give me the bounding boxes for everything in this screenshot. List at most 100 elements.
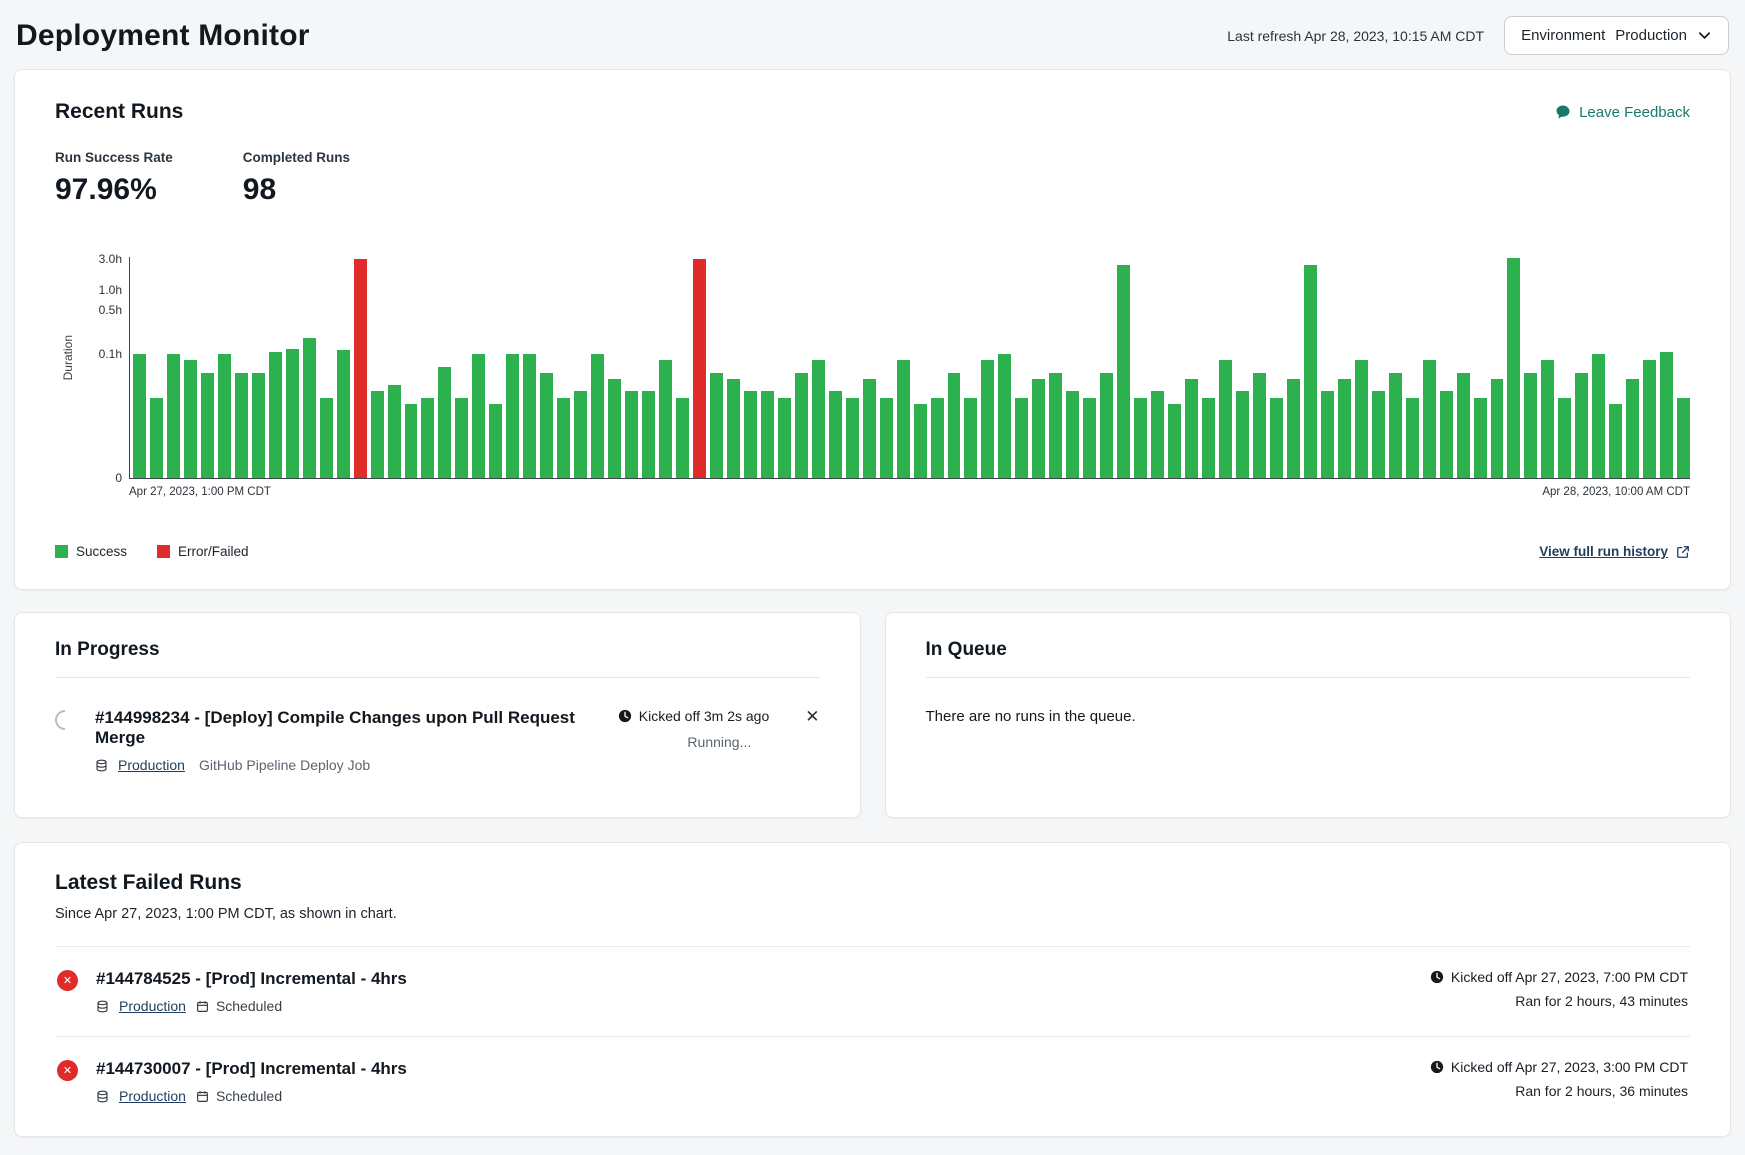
chart-bar[interactable]	[1049, 373, 1062, 478]
chart-bar[interactable]	[1287, 379, 1300, 478]
chart-bar[interactable]	[1592, 354, 1605, 478]
chart-bar[interactable]	[167, 354, 180, 478]
chart-bar[interactable]	[812, 360, 825, 478]
chart-bar[interactable]	[235, 373, 248, 478]
chart-bar[interactable]	[1270, 398, 1283, 478]
chart-bar[interactable]	[405, 404, 418, 478]
chart-bar[interactable]	[964, 398, 977, 478]
chart-bar[interactable]	[778, 398, 791, 478]
chart-bar[interactable]	[252, 373, 265, 478]
chart-bar[interactable]	[574, 391, 587, 478]
chart-bar[interactable]	[948, 373, 961, 478]
page: Deployment Monitor Last refresh Apr 28, …	[0, 0, 1745, 1155]
chart-bar[interactable]	[1032, 379, 1045, 478]
chart-bar[interactable]	[1507, 258, 1520, 478]
chart-bar[interactable]	[421, 398, 434, 478]
chart-bar[interactable]	[557, 398, 570, 478]
chart-bar[interactable]	[761, 391, 774, 478]
chart-bar[interactable]	[201, 373, 214, 478]
chart-bar[interactable]	[337, 350, 350, 478]
chart-bar[interactable]	[371, 391, 384, 478]
chart-bar[interactable]	[1134, 398, 1147, 478]
chart-bar[interactable]	[1253, 373, 1266, 478]
chart-bar[interactable]	[829, 391, 842, 478]
chart-bar[interactable]	[1355, 360, 1368, 478]
chart-bar[interactable]	[269, 352, 282, 478]
chart-bar[interactable]	[914, 404, 927, 478]
chart-bar[interactable]	[1015, 398, 1028, 478]
chart-bar[interactable]	[676, 398, 689, 478]
chart-bar[interactable]	[540, 373, 553, 478]
chart-bar[interactable]	[1643, 360, 1656, 478]
run-environment-link[interactable]: Production	[118, 757, 185, 773]
chart-bar[interactable]	[1083, 398, 1096, 478]
failed-run-environment-link[interactable]: Production	[119, 1088, 186, 1104]
chart-bar[interactable]	[1389, 373, 1402, 478]
chart-bar[interactable]	[1524, 373, 1537, 478]
chart-bar[interactable]	[1066, 391, 1079, 478]
chart-bar[interactable]	[863, 379, 876, 478]
chart-bar[interactable]	[608, 379, 621, 478]
chart-bar[interactable]	[354, 259, 367, 478]
chart-bar[interactable]	[1541, 360, 1554, 478]
chart-bar[interactable]	[218, 354, 231, 478]
chart-bar[interactable]	[1406, 398, 1419, 478]
chart-bar[interactable]	[303, 338, 316, 478]
chart-bar[interactable]	[1457, 373, 1470, 478]
chart-bar[interactable]	[591, 354, 604, 478]
environment-dropdown[interactable]: Environment Production	[1504, 16, 1729, 55]
chart-bar[interactable]	[388, 385, 401, 478]
chart-bar[interactable]	[1575, 373, 1588, 478]
chart-bar[interactable]	[1660, 352, 1673, 478]
chart-bar[interactable]	[727, 379, 740, 478]
chart-bar[interactable]	[1185, 379, 1198, 478]
chart-bar[interactable]	[795, 373, 808, 478]
chart-bar[interactable]	[184, 360, 197, 478]
chart-bar[interactable]	[1609, 404, 1622, 478]
chart-bar[interactable]	[1626, 379, 1639, 478]
chart-bar[interactable]	[846, 398, 859, 478]
chart-bar[interactable]	[931, 398, 944, 478]
chart-bar[interactable]	[320, 398, 333, 478]
chart-bar[interactable]	[1423, 360, 1436, 478]
chart-bar[interactable]	[981, 360, 994, 478]
chart-bar[interactable]	[1151, 391, 1164, 478]
chart-bar[interactable]	[1202, 398, 1215, 478]
chart-bar[interactable]	[523, 354, 536, 478]
chart-bar[interactable]	[642, 391, 655, 478]
chart-bar[interactable]	[1117, 265, 1130, 478]
chart-bar[interactable]	[1474, 398, 1487, 478]
chart-bar[interactable]	[1372, 391, 1385, 478]
leave-feedback-link[interactable]: Leave Feedback	[1555, 104, 1690, 121]
chart-bar[interactable]	[472, 354, 485, 478]
chart-bar[interactable]	[1491, 379, 1504, 478]
chart-bar[interactable]	[880, 398, 893, 478]
chart-bar[interactable]	[1321, 391, 1334, 478]
chart-bar[interactable]	[1677, 398, 1690, 478]
chart-bar[interactable]	[1338, 379, 1351, 478]
chart-bar[interactable]	[286, 349, 299, 478]
chart-bar[interactable]	[438, 367, 451, 478]
chart-bar[interactable]	[1219, 360, 1232, 478]
chart-bar[interactable]	[1304, 265, 1317, 478]
chart-bar[interactable]	[1440, 391, 1453, 478]
chart-bar[interactable]	[1236, 391, 1249, 478]
chart-bar[interactable]	[625, 391, 638, 478]
failed-run-environment-link[interactable]: Production	[119, 998, 186, 1014]
view-full-run-history-link[interactable]: View full run history	[1539, 544, 1690, 559]
chart-bar[interactable]	[150, 398, 163, 478]
chart-bar[interactable]	[133, 354, 146, 478]
chart-bar[interactable]	[897, 360, 910, 478]
chart-bar[interactable]	[693, 259, 706, 478]
chart-bar[interactable]	[998, 354, 1011, 478]
chart-bar[interactable]	[710, 373, 723, 478]
chart-bar[interactable]	[1168, 404, 1181, 478]
chart-bar[interactable]	[506, 354, 519, 478]
chart-bar[interactable]	[659, 360, 672, 478]
chart-bar[interactable]	[489, 404, 502, 478]
chart-bar[interactable]	[455, 398, 468, 478]
cancel-run-button[interactable]: ✕	[805, 708, 819, 725]
chart-bar[interactable]	[744, 391, 757, 478]
chart-bar[interactable]	[1558, 398, 1571, 478]
chart-bar[interactable]	[1100, 373, 1113, 478]
